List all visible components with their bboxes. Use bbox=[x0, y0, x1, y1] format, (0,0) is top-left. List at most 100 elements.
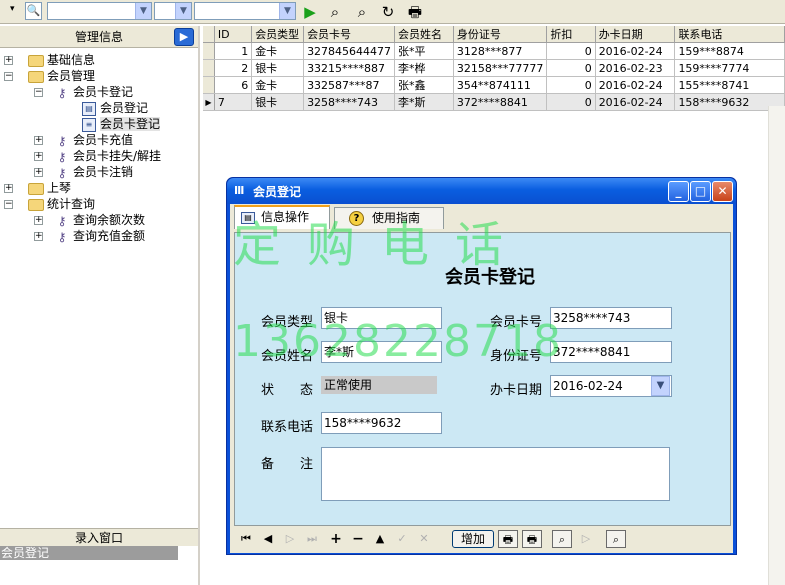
run-query-icon[interactable]: ▶ bbox=[300, 3, 320, 21]
table-cell[interactable]: 2016-02-24 bbox=[595, 93, 676, 111]
column-header[interactable]: ID bbox=[214, 26, 253, 43]
tree-node-card-register[interactable]: ⚷ 会员卡登记 bbox=[54, 84, 133, 100]
tree-node-member-register[interactable]: ▤ 会员登记 bbox=[82, 100, 148, 116]
tab-user-guide[interactable]: ? 使用指南 bbox=[334, 207, 444, 229]
dialog-titlebar[interactable]: Ⅲ 会员登记 _ □ ✕ bbox=[227, 178, 736, 204]
expand-toggle[interactable]: + bbox=[34, 136, 43, 145]
table-cell[interactable]: 32158***77777 bbox=[453, 59, 548, 77]
find-icon[interactable]: ⌕ bbox=[606, 530, 626, 548]
minimize-button[interactable]: _ bbox=[668, 181, 689, 202]
table-cell[interactable]: 7 bbox=[214, 93, 253, 111]
insert-record-icon[interactable]: + bbox=[326, 530, 346, 548]
table-row[interactable]: 2 银卡 33215****887 李*桦 32158***77777 0 20… bbox=[203, 59, 785, 77]
expand-toggle[interactable]: + bbox=[34, 168, 43, 177]
column-header[interactable]: 会员姓名 bbox=[394, 26, 454, 43]
tree-node-basic-info[interactable]: 基础信息 bbox=[28, 52, 95, 68]
table-row-current[interactable]: ▶ 7 银卡 3258****743 李*斯 372****8841 0 201… bbox=[203, 93, 785, 111]
chevron-down-icon[interactable]: ▼ bbox=[175, 3, 191, 19]
table-cell[interactable]: 0 bbox=[546, 93, 596, 111]
table-cell[interactable]: 张*平 bbox=[394, 42, 454, 60]
column-header[interactable]: 折扣 bbox=[546, 26, 596, 43]
tree-node-query-recharge[interactable]: ⚷ 查询充值金额 bbox=[54, 228, 145, 244]
table-row[interactable]: 1 金卡 327845644477 张*平 3128***877 0 2016-… bbox=[203, 42, 785, 60]
table-cell[interactable]: 银卡 bbox=[251, 93, 305, 111]
column-header[interactable]: 会员类型 bbox=[251, 26, 305, 43]
table-cell[interactable]: 0 bbox=[546, 42, 596, 60]
collapse-toggle[interactable]: − bbox=[4, 72, 13, 81]
table-cell[interactable]: 李*桦 bbox=[394, 59, 454, 77]
phone-field[interactable]: 158****9632 bbox=[321, 412, 442, 434]
edit-record-icon[interactable]: ▲ bbox=[370, 530, 390, 548]
print-preview-icon[interactable]: 🖶 bbox=[498, 530, 518, 548]
table-cell[interactable]: 327845644477 bbox=[303, 42, 396, 60]
column-header[interactable]: 会员卡号 bbox=[303, 26, 396, 43]
chevron-down-icon[interactable]: ▼ bbox=[279, 3, 295, 19]
table-cell[interactable]: 2016-02-24 bbox=[595, 76, 676, 94]
table-cell[interactable]: 1 bbox=[214, 42, 253, 60]
tree-node-upper[interactable]: 上琴 bbox=[28, 180, 71, 196]
table-cell[interactable]: 159***8874 bbox=[674, 42, 785, 60]
table-cell[interactable]: 银卡 bbox=[251, 59, 305, 77]
expand-toggle[interactable]: + bbox=[4, 184, 13, 193]
table-cell[interactable]: 2016-02-24 bbox=[595, 42, 676, 60]
member-type-field[interactable]: 银卡 bbox=[321, 307, 442, 329]
expand-toggle[interactable]: + bbox=[4, 56, 13, 65]
remark-textarea[interactable] bbox=[321, 447, 670, 501]
table-cell[interactable]: 金卡 bbox=[251, 42, 305, 60]
tree-node-card-cancel[interactable]: ⚷ 会员卡注销 bbox=[54, 164, 133, 180]
maximize-button[interactable]: □ bbox=[690, 181, 711, 202]
column-header[interactable]: 身份证号 bbox=[453, 26, 548, 43]
table-cell[interactable]: 张*鑫 bbox=[394, 76, 454, 94]
table-cell[interactable]: 0 bbox=[546, 76, 596, 94]
expand-toggle[interactable]: + bbox=[34, 232, 43, 241]
first-record-icon[interactable]: ⏮ bbox=[236, 530, 256, 548]
refresh-icon[interactable]: ↻ bbox=[378, 3, 398, 21]
print-icon[interactable]: 🖶 bbox=[405, 3, 425, 21]
entry-window-item[interactable]: 会员登记 bbox=[0, 546, 178, 560]
column-header[interactable]: 联系电话 bbox=[674, 26, 785, 43]
search-icon[interactable]: 🔍 bbox=[25, 2, 42, 20]
print-icon[interactable]: 🖶 bbox=[522, 530, 542, 548]
table-cell[interactable]: 2016-02-23 bbox=[595, 59, 676, 77]
table-cell[interactable]: 金卡 bbox=[251, 76, 305, 94]
table-cell[interactable]: 0 bbox=[546, 59, 596, 77]
filter-combo-1[interactable]: ▼ bbox=[47, 2, 152, 20]
tree-node-card-recharge[interactable]: ⚷ 会员卡充值 bbox=[54, 132, 133, 148]
member-name-field[interactable]: 李*斯 bbox=[321, 341, 442, 363]
column-header[interactable]: 办卡日期 bbox=[595, 26, 676, 43]
table-cell[interactable]: 3258****743 bbox=[303, 93, 396, 111]
find-icon[interactable]: ⌕ bbox=[325, 3, 345, 21]
collapse-toggle[interactable]: − bbox=[4, 200, 13, 209]
tree-node-stats-query[interactable]: 统计查询 bbox=[28, 196, 95, 212]
find-next-icon[interactable]: ⌕ bbox=[352, 3, 372, 21]
tree-node-member-mgmt[interactable]: 会员管理 bbox=[28, 68, 95, 84]
expand-toggle[interactable]: + bbox=[34, 152, 43, 161]
filter-combo-2[interactable]: ▼ bbox=[154, 2, 192, 20]
tree-node-member-card-register[interactable]: ≡ 会员卡登记 bbox=[82, 116, 161, 132]
table-cell[interactable]: 155****8741 bbox=[674, 76, 785, 94]
table-cell[interactable]: 332587***87 bbox=[303, 76, 396, 94]
table-cell[interactable]: 李*斯 bbox=[394, 93, 454, 111]
table-row[interactable]: 6 金卡 332587***87 张*鑫 354**874111 0 2016-… bbox=[203, 76, 785, 94]
prior-record-icon[interactable]: ◀ bbox=[258, 530, 278, 548]
chevron-down-icon[interactable]: ▼ bbox=[651, 376, 670, 396]
tab-info-operation[interactable]: ▤ 信息操作 bbox=[234, 205, 330, 229]
filter-combo-3[interactable]: ▼ bbox=[194, 2, 296, 20]
table-cell[interactable]: 159****7774 bbox=[674, 59, 785, 77]
dropdown-arrow-icon[interactable]: ▾ bbox=[10, 4, 15, 14]
tree-node-card-loss[interactable]: ⚷ 会员卡挂失/解挂 bbox=[54, 148, 161, 164]
table-cell[interactable]: 6 bbox=[214, 76, 253, 94]
table-cell[interactable]: 2 bbox=[214, 59, 253, 77]
tree-node-query-balance[interactable]: ⚷ 查询余额次数 bbox=[54, 212, 145, 228]
card-number-field[interactable]: 3258****743 bbox=[550, 307, 672, 329]
table-cell[interactable]: 372****8841 bbox=[453, 93, 548, 111]
search-icon[interactable]: ⌕ bbox=[552, 530, 572, 548]
id-number-field[interactable]: 372****8841 bbox=[550, 341, 672, 363]
collapse-panel-button[interactable]: ▶ bbox=[174, 28, 194, 46]
vertical-scrollbar[interactable] bbox=[768, 106, 785, 585]
table-cell[interactable]: 3128***877 bbox=[453, 42, 548, 60]
table-cell[interactable]: 33215****887 bbox=[303, 59, 396, 77]
add-button[interactable]: 增加 bbox=[452, 530, 494, 548]
close-button[interactable]: ✕ bbox=[712, 181, 733, 202]
table-cell[interactable]: 354**874111 bbox=[453, 76, 548, 94]
